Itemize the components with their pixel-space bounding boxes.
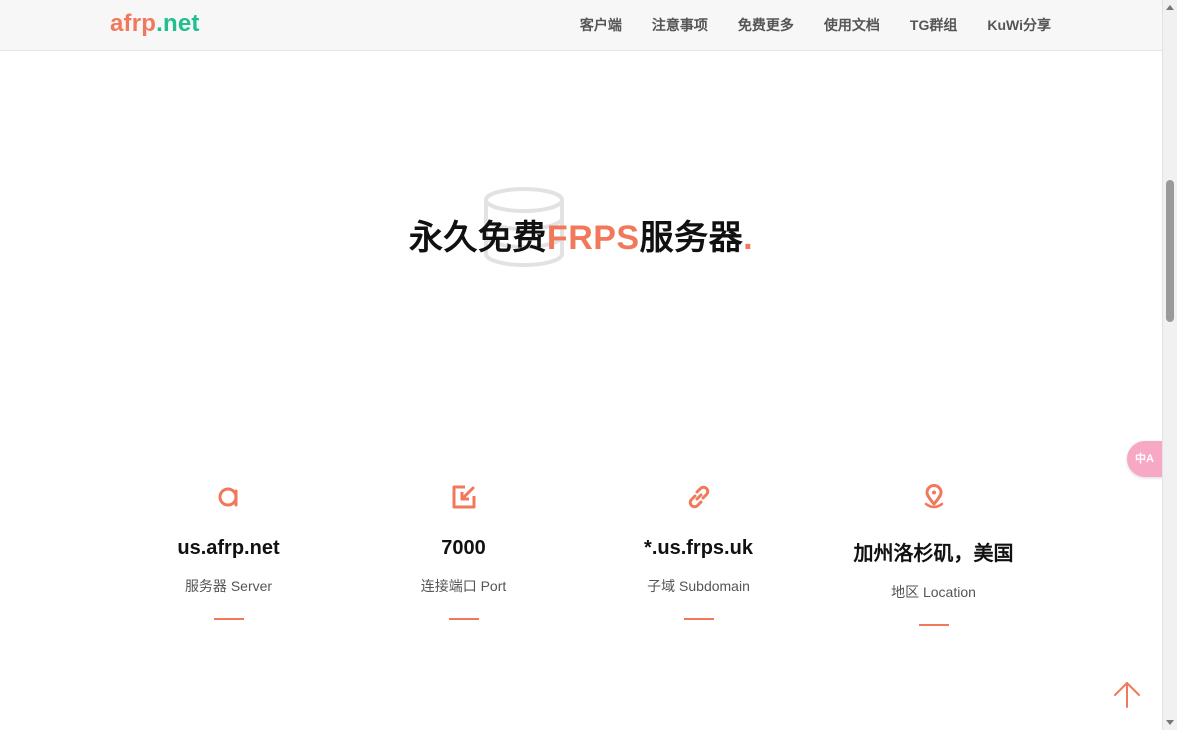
stat-value: 加州洛杉矶，美国	[853, 543, 1014, 565]
stat-server: us.afrp.net 服务器 Server	[111, 484, 346, 620]
site-logo[interactable]: afrp.net	[110, 10, 200, 38]
server-info: us.afrp.net 服务器 Server 7000 连接端口 Port *.…	[111, 484, 1051, 634]
stat-port: 7000 连接端口 Port	[346, 484, 581, 620]
at-sign-icon	[218, 487, 237, 507]
scroll-down-arrow-icon[interactable]	[1166, 720, 1174, 725]
nav-docs[interactable]: 使用文档	[824, 15, 880, 35]
site-header: afrp.net 客户端 注意事项 免费更多 使用文档 TG群组 KuWi分享	[0, 0, 1162, 51]
nav-kuwi-share[interactable]: KuWi分享	[987, 15, 1051, 35]
main-nav: 客户端 注意事项 免费更多 使用文档 TG群组 KuWi分享	[580, 0, 1051, 50]
hero-title: 永久免费FRPS服务器.	[408, 219, 754, 257]
hero-section: 永久免费FRPS服务器.	[0, 180, 1162, 280]
stat-value: us.afrp.net	[177, 537, 280, 559]
stat-label: 子域 Subdomain	[647, 578, 750, 594]
scroll-up-arrow-icon[interactable]	[1166, 5, 1174, 10]
back-to-top-arrow-icon[interactable]	[1111, 679, 1143, 711]
stat-underline	[448, 618, 479, 620]
stat-underline	[683, 618, 714, 620]
stat-underline	[213, 618, 244, 620]
stat-location: 加州洛杉矶，美国 地区 Location	[816, 484, 1051, 626]
stat-underline	[918, 624, 949, 626]
stat-label: 地区 Location	[891, 584, 976, 600]
stat-value: *.us.frps.uk	[644, 537, 753, 559]
vertical-scrollbar[interactable]	[1162, 0, 1177, 730]
stat-value: 7000	[441, 537, 486, 559]
nav-more-free[interactable]: 免费更多	[738, 15, 794, 35]
nav-notes[interactable]: 注意事项	[652, 15, 708, 35]
nav-tg-group[interactable]: TG群组	[910, 15, 957, 35]
stat-label: 连接端口 Port	[420, 578, 507, 594]
location-pin-icon	[924, 484, 943, 509]
link-icon	[688, 485, 709, 509]
translate-button[interactable]: 中A	[1127, 441, 1162, 477]
stat-label: 服务器 Server	[184, 578, 273, 594]
nav-client[interactable]: 客户端	[580, 15, 622, 35]
stat-subdomain: *.us.frps.uk 子域 Subdomain	[581, 484, 816, 620]
scrollbar-thumb[interactable]	[1166, 180, 1174, 322]
port-arrow-icon	[452, 485, 475, 509]
